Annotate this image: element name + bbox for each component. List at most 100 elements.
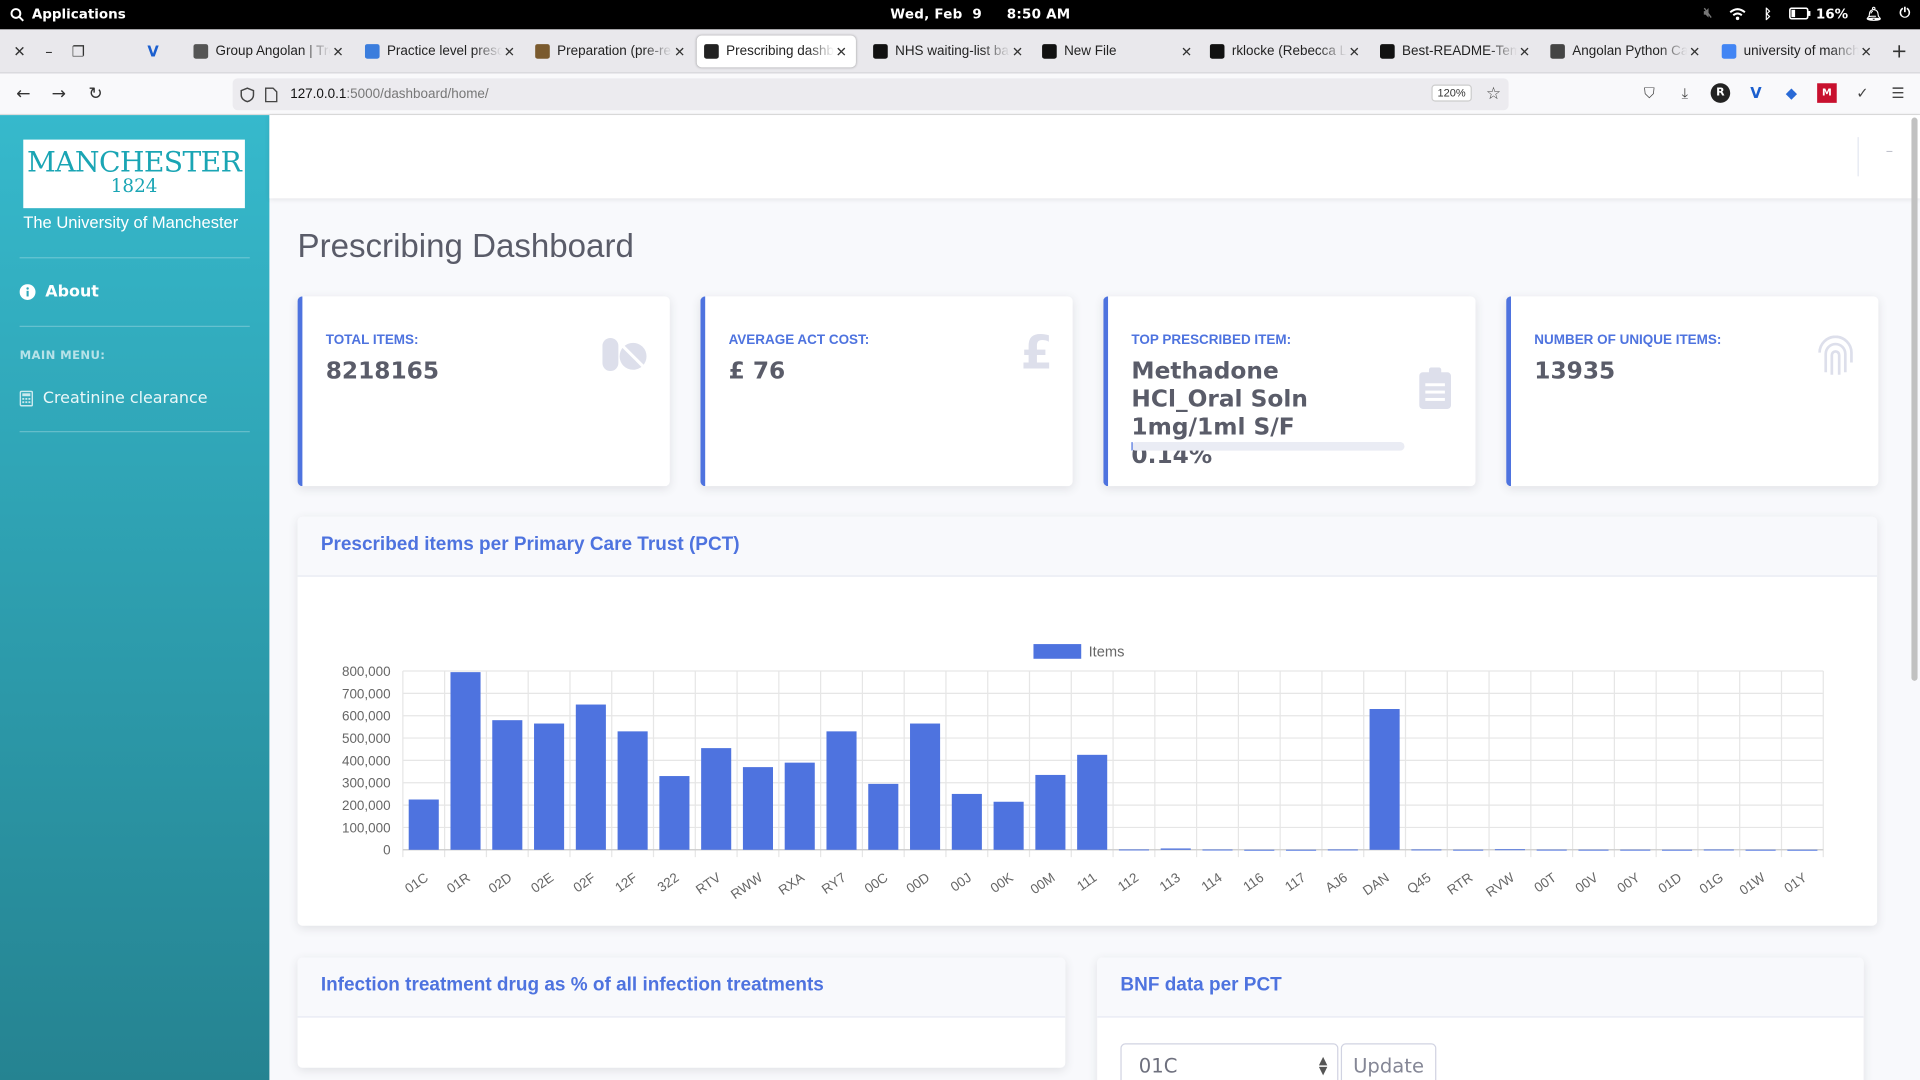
forward-icon[interactable]: → [48,83,70,105]
close-window-icon[interactable]: ✕ [11,43,28,60]
sidebar-item-about[interactable]: About [19,283,99,301]
bar [1160,848,1191,850]
pound-icon: £ [1020,325,1054,380]
menu-icon[interactable]: ☰ [1888,83,1908,103]
url-path: :5000/dashboard/home/ [346,86,489,102]
bar [617,731,648,850]
extension-grad-icon[interactable]: ◆ [1782,83,1802,103]
close-tab-icon[interactable]: ✕ [331,43,346,60]
total-items-card: TOTAL ITEMS: 8218165 [297,296,670,487]
applications-menu[interactable]: Applications [10,6,126,22]
extension-v-icon[interactable]: V [1746,83,1766,103]
bar [1453,849,1484,851]
close-tab-icon[interactable]: ✕ [1859,43,1874,60]
y-tick-label: 600,000 [342,709,391,724]
chart-svg: 0 100,000 200,000 300,000 400,000 500,000 600,… [342,644,1824,902]
browser-tab[interactable]: New File ✕ [1042,36,1194,68]
calculator-icon [19,390,34,407]
close-tab-icon[interactable]: ✕ [1179,43,1194,60]
x-tick-label: 112 [1115,870,1141,895]
clipboard-icon [1419,367,1452,409]
university-name: The University of Manchester [23,213,239,232]
system-tray[interactable]: 🔇︎ ᛒ 16% 🔔︎ ⏻ [1704,5,1910,22]
bar [993,801,1024,850]
sidebar-item-creatinine-clearance[interactable]: Creatinine clearance [19,389,208,408]
x-tick-label: Q45 [1404,870,1433,897]
back-icon[interactable]: ← [12,83,34,105]
search-icon [10,7,24,21]
sidebar-item-label: Creatinine clearance [42,389,208,408]
main-menu-heading: MAIN MENU: [19,348,106,363]
minimize-window-icon[interactable]: – [40,43,57,60]
browser-tab[interactable]: NHS waiting-list backlog✕ [873,36,1025,68]
browser-tab[interactable]: Best-README-Template✕ [1380,36,1532,68]
card-value: £ 76 [728,357,786,385]
panel-title: Prescribed items per Primary Care Trust … [297,516,1878,577]
user-dropdown-toggle[interactable]: – [1886,142,1893,159]
tab-favicon-icon [704,44,719,59]
x-tick-label: 02F [571,870,599,896]
top-item-name: Methadone HCl_Oral Soln 1mg/1ml S/F [1131,357,1308,441]
extension-red-icon[interactable]: M [1817,83,1837,103]
tab-title: New File [1064,44,1117,59]
card-label: TOP PRESCRIBED ITEM: [1131,333,1292,348]
sidebar-divider [19,325,250,327]
reload-icon[interactable]: ↻ [84,83,106,105]
progress-fill [1131,442,1133,451]
browser-tab[interactable]: Practice level prescribing✕ [364,36,517,68]
x-tick-label: 01G [1697,870,1726,897]
url-bar[interactable]: 127.0.0.1:5000/dashboard/home/ 120% ☆ [232,78,1509,111]
update-button[interactable]: Update [1340,1043,1437,1080]
close-tab-icon[interactable]: ✕ [672,43,687,60]
card-value: 13935 [1534,357,1616,385]
download-icon[interactable]: ⤓ [1675,83,1695,103]
x-tick-label: RTR [1444,870,1475,898]
close-tab-icon[interactable]: ✕ [1347,43,1362,60]
muted-speaker-icon: 🔇︎ [1703,4,1713,21]
page-title: Prescribing Dashboard [297,227,634,265]
bar [951,793,982,850]
close-tab-icon[interactable]: ✕ [1687,43,1702,60]
x-tick-label: RY7 [819,870,849,897]
bookmark-star-icon[interactable]: ☆ [1486,83,1501,104]
pct-chart-panel: Prescribed items per Primary Care Trust … [297,516,1878,926]
legend-label: Items [1089,644,1125,660]
browser-tab[interactable]: Group Angolan | Trello✕ [193,36,345,68]
y-tick-label: 300,000 [342,776,391,791]
bar [826,731,857,850]
close-tab-icon[interactable]: ✕ [1517,43,1532,60]
clock[interactable]: Wed, Feb 9 8:50 AM [890,6,1070,22]
close-tab-icon[interactable]: ✕ [834,43,849,60]
topbar-divider [1857,137,1859,177]
battery-indicator: 16% [1789,5,1849,22]
pct-select[interactable]: 01C ▲ ▼ [1120,1043,1339,1080]
pocket-icon[interactable]: ⛉ [1640,83,1660,103]
scrollbar-thumb[interactable] [1911,117,1918,681]
x-tick-label: 00T [1531,870,1559,896]
panel-title: BNF data per PCT [1097,957,1864,1018]
pinned-tab-icon[interactable]: V [144,43,161,60]
new-tab-icon[interactable]: + [1891,41,1908,61]
tab-favicon-icon [364,44,380,59]
bar [1077,754,1108,850]
tab-favicon-icon [1721,44,1737,59]
browser-tab[interactable]: university of manchester✕ [1721,36,1874,68]
page-scrollbar[interactable] [1910,117,1920,681]
browser-tab[interactable]: Preparation (pre-reading)✕ [535,36,687,68]
x-tick-label: 00K [988,870,1016,896]
x-tick-label: 12F [612,870,640,896]
close-tab-icon[interactable]: ✕ [502,43,517,60]
tab-favicon-icon [1380,44,1395,59]
browser-tab[interactable]: Angolan Python Cal ✕ [1550,36,1702,68]
university-logo[interactable]: MANCHESTER 1824 [23,139,245,209]
close-tab-icon[interactable]: ✕ [1010,43,1025,60]
browser-nav-bar: ← → ↻ 127.0.0.1:5000/dashboard/home/ 120… [0,73,1920,116]
browser-tab[interactable]: Prescribing dashboard✕ [696,35,856,68]
restore-window-icon[interactable]: ❐ [70,43,87,60]
browser-tab[interactable]: rklocke (Rebecca Locke)✕ [1209,36,1362,68]
extension-check-icon[interactable]: ✓ [1853,83,1873,103]
zoom-level[interactable]: 120% [1431,84,1472,102]
sidebar-divider [19,257,250,259]
account-icon[interactable]: R [1710,83,1731,103]
battery-percent: 16% [1815,5,1849,22]
